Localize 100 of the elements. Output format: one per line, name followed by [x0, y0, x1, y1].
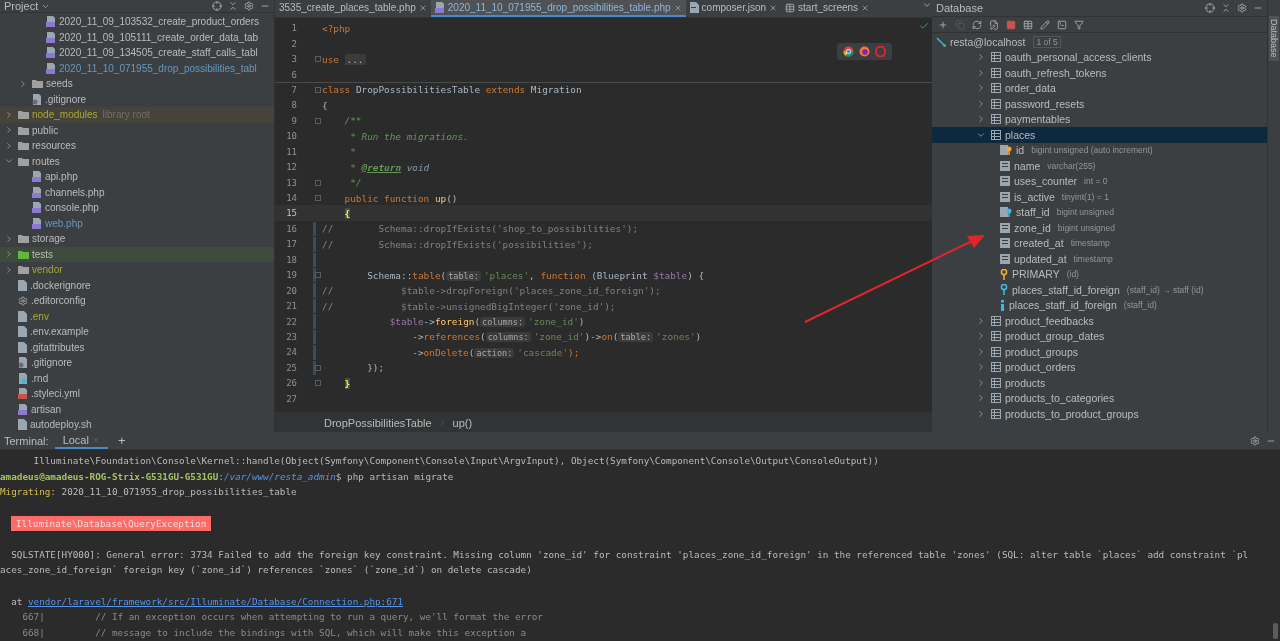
file-link[interactable]: vendor/laravel/framework/src/Illuminate/Database/Connection.php:671 — [28, 595, 403, 607]
tree-item[interactable]: seeds — [46, 78, 73, 90]
new-tab-button[interactable]: + — [113, 433, 130, 448]
table-name[interactable]: oauth_personal_access_clients — [1005, 51, 1152, 64]
tree-item[interactable]: tests — [32, 248, 54, 260]
table-name[interactable]: product_orders — [1005, 361, 1076, 374]
column-type: int = 0 — [1084, 176, 1108, 187]
fold-icon[interactable] — [315, 179, 321, 186]
fold-icon[interactable] — [315, 272, 321, 279]
panel-title[interactable]: Project — [4, 0, 39, 12]
table-name[interactable]: places — [1005, 128, 1036, 141]
tree-item[interactable]: 2020_11_09_105111_create_order_data_tab — [59, 31, 259, 43]
fold-icon[interactable] — [315, 195, 321, 202]
tree-item[interactable]: .env.example — [30, 326, 89, 338]
editor-tab[interactable]: 3535_create_places_table.php — [275, 0, 431, 17]
tree-item[interactable]: .gitignore — [45, 93, 87, 105]
tree-item[interactable]: routes — [32, 155, 60, 167]
column-name[interactable]: uses_counter — [1014, 175, 1078, 188]
collapse-icon[interactable] — [228, 1, 238, 11]
refresh-icon[interactable] — [972, 19, 982, 30]
table-name[interactable]: password_resets — [1005, 97, 1085, 110]
locate-icon[interactable] — [1205, 3, 1215, 13]
stop-icon[interactable] — [1006, 19, 1016, 30]
tree-item[interactable]: .styleci.yml — [31, 388, 80, 400]
fold-icon[interactable] — [315, 117, 321, 124]
table-name[interactable]: products_to_product_groups — [1005, 407, 1139, 420]
tree-item[interactable]: web.php — [45, 217, 83, 229]
tree-item[interactable]: .env — [30, 310, 49, 322]
column-name[interactable]: updated_at — [1014, 252, 1067, 265]
fold-icon[interactable] — [315, 86, 321, 93]
close-icon[interactable] — [91, 435, 100, 444]
column-name[interactable]: places_staff_id_foreign — [1012, 283, 1120, 296]
close-icon[interactable] — [673, 3, 682, 12]
copy-icon[interactable] — [955, 19, 965, 30]
editor-tab[interactable]: 2020_11_10_071955_drop_possibilities_table.php — [430, 0, 686, 17]
table-icon[interactable] — [1023, 19, 1033, 30]
locate-icon[interactable] — [212, 1, 222, 11]
editor-tab[interactable]: composer.json — [685, 0, 782, 17]
settings-icon[interactable] — [1250, 435, 1260, 446]
fold-icon[interactable] — [315, 380, 321, 387]
close-icon[interactable] — [418, 3, 427, 12]
folder-icon — [18, 249, 29, 259]
tree-item[interactable]: public — [32, 124, 59, 136]
tree-item[interactable]: .gitignore — [31, 357, 73, 369]
settings-icon[interactable] — [1237, 3, 1247, 13]
table-name[interactable]: product_feedbacks — [1005, 314, 1094, 327]
table-name[interactable]: oauth_refresh_tokens — [1005, 66, 1107, 79]
plus-icon[interactable] — [938, 19, 948, 30]
fold-icon[interactable] — [315, 364, 321, 371]
tree-item[interactable]: console.php — [45, 202, 99, 214]
column-name[interactable]: places_staff_id_foreign — [1009, 299, 1117, 312]
tree-item[interactable]: 2020_11_10_071955_drop_possibilities_tabl — [59, 62, 257, 74]
column-name[interactable]: staff_id — [1016, 206, 1050, 219]
selected-row[interactable]: places — [932, 127, 1267, 143]
line-number: 6 — [290, 69, 297, 80]
pencil-icon[interactable] — [1040, 19, 1050, 30]
column-name[interactable]: created_at — [1014, 237, 1064, 250]
tree-item[interactable]: channels.php — [45, 186, 105, 198]
table-name[interactable]: product_group_dates — [1005, 330, 1105, 343]
breadcrumb-item[interactable]: up() — [452, 416, 473, 429]
browser-icon[interactable] — [859, 46, 870, 57]
tree-item[interactable]: .editorconfig — [31, 295, 86, 307]
column-name[interactable]: id — [1016, 144, 1025, 157]
table-name[interactable]: product_groups — [1005, 345, 1078, 358]
tree-item[interactable]: node_modules — [32, 109, 98, 121]
tree-item[interactable]: autodeploy.sh — [30, 419, 92, 431]
close-icon[interactable] — [769, 3, 778, 12]
collapse-icon[interactable] — [1221, 3, 1231, 13]
editor-tab[interactable]: start_screens — [781, 0, 874, 17]
column-name[interactable]: PRIMARY — [1012, 268, 1060, 281]
side-tab[interactable]: Database — [1269, 16, 1279, 61]
tree-item[interactable]: api.php — [45, 171, 78, 183]
tree-item[interactable]: .dockerignore — [30, 279, 91, 291]
folder-icon — [18, 265, 29, 275]
connection-name[interactable]: resta@localhost — [950, 35, 1026, 48]
table-name[interactable]: paymentables — [1005, 113, 1071, 126]
tree-item[interactable]: storage — [32, 233, 66, 245]
column-name[interactable]: name — [1014, 159, 1041, 172]
breadcrumb-item[interactable]: DropPossibilitiesTable — [324, 416, 432, 429]
tree-item[interactable]: 2020_11_09_134505_create_staff_calls_tabl — [59, 47, 258, 59]
tree-item[interactable]: .rnd — [31, 372, 49, 384]
table-name[interactable]: order_data — [1005, 82, 1056, 95]
tree-item[interactable]: vendor — [32, 264, 63, 276]
tree-item[interactable]: artisan — [31, 403, 61, 415]
terminal-tab[interactable]: Local — [54, 432, 108, 449]
table-name[interactable]: products_to_categories — [1005, 392, 1115, 405]
console-icon[interactable] — [1057, 19, 1067, 30]
table-name[interactable]: products — [1005, 376, 1046, 389]
close-icon[interactable] — [861, 3, 870, 12]
column-name[interactable]: zone_id — [1014, 221, 1051, 234]
settings-icon[interactable] — [244, 1, 254, 11]
tree-item[interactable]: .gitattributes — [30, 341, 85, 353]
tree-item[interactable]: resources — [32, 140, 76, 152]
filter-icon[interactable] — [1074, 19, 1084, 30]
column-name[interactable]: is_active — [1014, 190, 1055, 203]
scrollbar[interactable] — [1273, 623, 1278, 639]
tree-item[interactable]: 2020_11_09_103532_create_product_orders — [59, 16, 259, 28]
browser-icon[interactable] — [843, 46, 854, 57]
edit-icon[interactable] — [989, 19, 999, 30]
fold-icon[interactable] — [315, 56, 321, 63]
